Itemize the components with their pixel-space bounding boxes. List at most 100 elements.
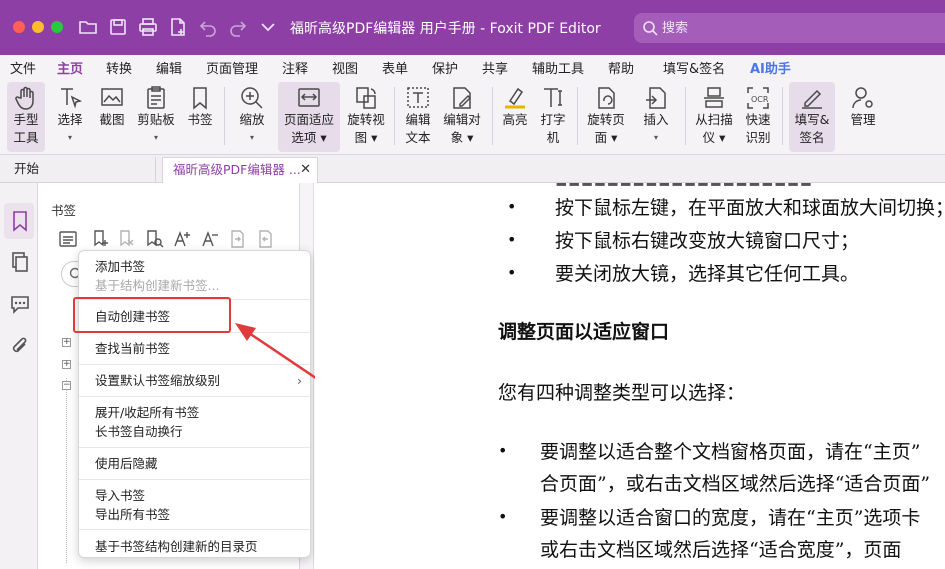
manage-button[interactable]: 管理 xyxy=(842,82,884,152)
new-document-icon[interactable] xyxy=(168,17,188,37)
collapse-bookmark-icon[interactable] xyxy=(256,229,276,249)
bookmark-options-menu-icon[interactable] xyxy=(58,229,78,249)
quick-ocr-button[interactable]: OCR 快速 识别 xyxy=(740,82,776,152)
find-bookmark-icon[interactable] xyxy=(144,229,164,249)
close-window-button[interactable] xyxy=(13,21,25,33)
bookmark-button[interactable]: 书签 xyxy=(183,82,217,152)
edit-object-icon xyxy=(449,85,475,111)
insert-page-icon xyxy=(643,85,669,111)
expand-bookmark-icon[interactable] xyxy=(228,229,248,249)
bullet: • xyxy=(507,263,517,282)
attachments-paperclip-icon[interactable] xyxy=(9,335,31,357)
tab-accessibility[interactable]: 辅助工具 xyxy=(532,58,584,77)
bullet: • xyxy=(498,507,508,526)
redo-icon[interactable] xyxy=(228,17,248,37)
tab-form[interactable]: 表单 xyxy=(382,58,408,77)
document-intro: 您有四种调整类型可以选择： xyxy=(498,382,746,404)
tab-protect[interactable]: 保护 xyxy=(432,58,458,77)
bullet: • xyxy=(507,230,517,249)
tab-share[interactable]: 共享 xyxy=(482,58,508,77)
tab-page-management[interactable]: 页面管理 xyxy=(206,58,258,77)
menu-item-import-bookmarks[interactable]: 导入书签 导出所有书签 xyxy=(79,486,310,524)
document-bullet-3: 要关闭放大镜，选择其它任何工具。 xyxy=(555,263,860,285)
print-icon[interactable] xyxy=(138,17,158,37)
tab-edit[interactable]: 编辑 xyxy=(156,58,182,77)
tree-expand-toggle[interactable]: + xyxy=(62,360,71,369)
edit-text-button[interactable]: 编辑 文本 xyxy=(400,82,436,152)
manage-user-icon xyxy=(850,85,876,111)
tab-file[interactable]: 文件 xyxy=(10,58,36,77)
tree-guide-line xyxy=(66,378,67,563)
search-icon xyxy=(642,20,658,36)
maximize-window-button[interactable] xyxy=(51,21,63,33)
ribbon-divider xyxy=(492,87,493,145)
menu-item-create-toc-page[interactable]: 基于书签结构创建新的目录页 xyxy=(79,537,310,556)
tab-start[interactable]: 开始 xyxy=(4,157,156,183)
page-thumbnails-icon[interactable] xyxy=(9,251,31,273)
tab-ai-assistant[interactable]: AI助手 xyxy=(750,58,791,77)
tab-comment[interactable]: 注释 xyxy=(282,58,308,77)
tab-fill-sign[interactable]: 填写&签名 xyxy=(663,58,725,77)
rotate-page-icon xyxy=(593,85,619,111)
search-input[interactable] xyxy=(662,18,912,38)
minimize-window-button[interactable] xyxy=(32,21,44,33)
from-scanner-button[interactable]: 从扫描 仪 ▾ xyxy=(692,82,736,152)
increase-font-size-icon[interactable] xyxy=(172,229,192,249)
fit-page-options-button[interactable]: 页面适应 选项 ▾ xyxy=(278,82,340,152)
decrease-font-size-icon[interactable] xyxy=(200,229,220,249)
scanner-icon xyxy=(701,85,727,111)
menu-item-add-bookmark[interactable]: 添加书签 基于结构创建新书签... xyxy=(79,257,310,295)
bookmark-panel-icon[interactable] xyxy=(9,210,31,232)
ribbon-divider xyxy=(394,87,395,145)
tab-home[interactable]: 主页 xyxy=(57,58,84,81)
annotation-highlight-box xyxy=(73,297,231,333)
tree-expand-toggle[interactable]: + xyxy=(62,338,71,347)
search-box[interactable] xyxy=(634,13,945,43)
menu-item-long-bookmark-wrap[interactable]: 长书签自动换行 xyxy=(95,422,310,441)
document-para-2-line-1: 要调整以适合窗口的宽度，请在“主页”选项卡 xyxy=(540,507,921,529)
bookmark-icon xyxy=(187,85,213,111)
tab-view[interactable]: 视图 xyxy=(332,58,358,77)
document-para-1-line-2: 合页面”，或右击文档区域然后选择“适合页面” xyxy=(540,473,931,495)
snapshot-button[interactable]: 截图 xyxy=(94,82,130,152)
document-line-partial: ▪▪▪▪▪▪▪▪▪▪▪▪▪▪▪▪▪▪▪▪ xyxy=(555,183,813,191)
comments-panel-icon[interactable] xyxy=(9,293,31,315)
delete-bookmark-icon[interactable] xyxy=(116,229,136,249)
select-button[interactable]: 选择 ▾ xyxy=(52,82,88,152)
insert-button[interactable]: 插入 ▾ xyxy=(636,82,676,152)
ribbon-divider xyxy=(685,87,686,145)
menu-divider xyxy=(79,447,310,448)
edit-object-button[interactable]: 编辑对 象 ▾ xyxy=(440,82,484,152)
save-icon[interactable] xyxy=(108,17,128,37)
zoom-button[interactable]: 缩放 ▾ xyxy=(232,82,272,152)
rotate-page-button[interactable]: 旋转页 面 ▾ xyxy=(583,82,629,152)
add-bookmark-icon[interactable] xyxy=(90,229,110,249)
fill-sign-pen-icon xyxy=(799,85,825,111)
ribbon-toolbar: 手型 工具 选择 ▾ 截图 剪贴板 ▾ 书签 缩放 ▾ 页面适应 选项 ▾ 旋转… xyxy=(0,79,945,155)
clipboard-button[interactable]: 剪贴板 ▾ xyxy=(134,82,178,152)
undo-icon[interactable] xyxy=(198,17,218,37)
tab-document[interactable]: 福昕高级PDF编辑器 ... ✕ xyxy=(162,157,318,183)
typewriter-button[interactable]: 打字 机 xyxy=(536,82,570,152)
menu-tab-bar: 文件 主页 转换 编辑 页面管理 注释 视图 表单 保护 共享 辅助工具 帮助 … xyxy=(0,55,945,81)
close-tab-icon[interactable]: ✕ xyxy=(300,158,311,182)
customize-toolbar-chevron-down-icon[interactable] xyxy=(258,17,278,37)
ribbon-divider xyxy=(224,87,225,145)
document-bullet-2: 按下鼠标右键改变放大镜窗口尺寸； xyxy=(555,230,860,252)
document-para-1-line-1: 要调整以适合整个文档窗格页面，请在“主页” xyxy=(540,441,921,463)
menu-item-export-all-bookmarks[interactable]: 导出所有书签 xyxy=(95,505,310,524)
open-folder-icon[interactable] xyxy=(78,17,98,37)
hand-tool-button[interactable]: 手型 工具 xyxy=(7,82,45,152)
svg-text:OCR: OCR xyxy=(751,95,769,104)
tab-convert[interactable]: 转换 xyxy=(106,58,132,77)
highlighter-icon xyxy=(502,85,528,111)
tree-collapse-toggle[interactable]: − xyxy=(62,381,71,390)
menu-item-hide-after-use[interactable]: 使用后隐藏 xyxy=(79,454,310,473)
fill-sign-button[interactable]: 填写& 签名 xyxy=(789,82,835,152)
title-bar: 福昕高级PDF编辑器 用户手册 - Foxit PDF Editor xyxy=(0,0,945,55)
rotate-view-button[interactable]: 旋转视 图 ▾ xyxy=(343,82,389,152)
highlight-button[interactable]: 高亮 xyxy=(498,82,532,152)
document-view[interactable]: ▪▪▪▪▪▪▪▪▪▪▪▪▪▪▪▪▪▪▪▪ • 按下鼠标左键，在平面放大和球面放大… xyxy=(315,183,945,569)
fit-page-icon xyxy=(296,85,322,111)
tab-help[interactable]: 帮助 xyxy=(608,58,634,77)
